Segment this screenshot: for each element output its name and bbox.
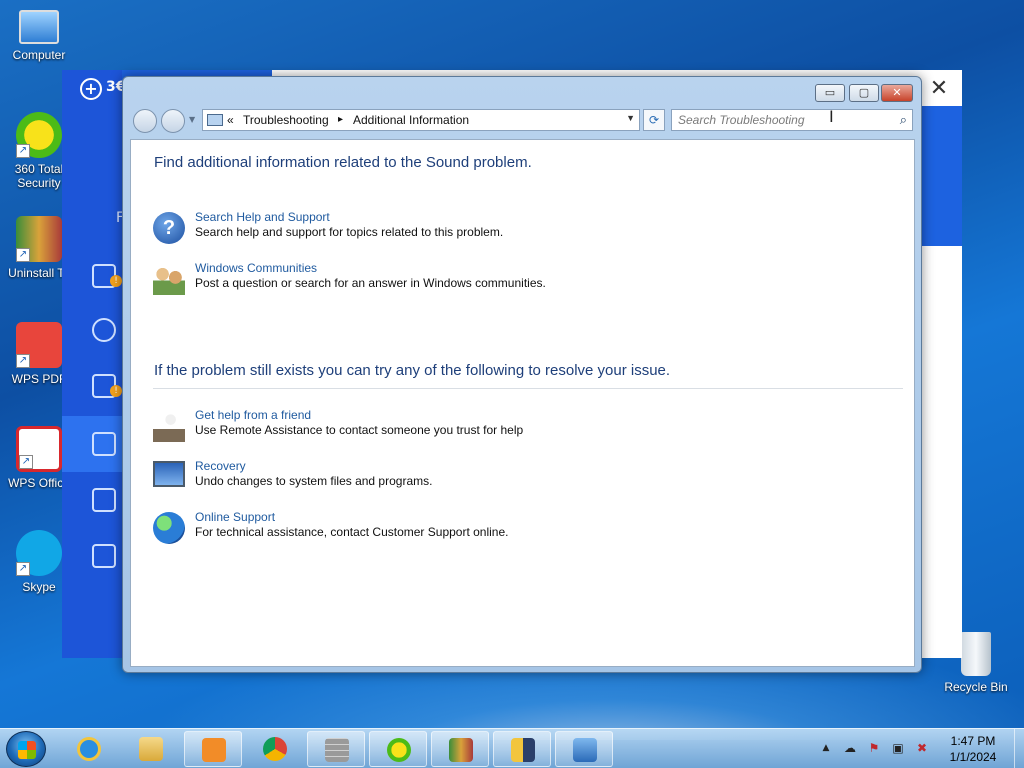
recent-pages-chevron-icon[interactable]: ▼	[189, 115, 195, 124]
minimize-button[interactable]: ▭	[815, 84, 845, 102]
refresh-button[interactable]: ⟳	[643, 109, 665, 131]
taskbar-media-player[interactable]	[184, 731, 242, 767]
clock-time[interactable]: 1:47 PM	[943, 734, 1003, 748]
control-panel-icon	[207, 114, 223, 126]
breadcrumb-troubleshooting[interactable]: Troubleshooting	[243, 113, 329, 127]
search-help-description: Search help and support for topics relat…	[195, 225, 504, 239]
section-divider	[153, 388, 903, 389]
360-close-button[interactable]: ✕	[926, 76, 952, 102]
online-support-description: For technical assistance, contact Custom…	[195, 525, 509, 539]
windows-communities-description: Post a question or search for an answer …	[195, 276, 546, 290]
cloud-sync-icon[interactable]: ☁	[842, 741, 858, 755]
clock-date[interactable]: 1/1/2024	[943, 750, 1003, 764]
recycle-bin-icon	[961, 632, 991, 676]
help-icon: ?	[153, 212, 185, 244]
chrome-icon	[263, 737, 287, 761]
terminal-icon	[511, 738, 535, 762]
media-player-icon	[202, 738, 226, 762]
content-pane: Find additional information related to t…	[130, 139, 915, 667]
breadcrumb-additional-information[interactable]: Additional Information	[353, 113, 469, 127]
show-desktop-button[interactable]	[1014, 729, 1024, 768]
text-cursor-icon: I	[829, 107, 834, 126]
remote-assistance-icon	[153, 410, 185, 442]
recovery-link[interactable]: Recovery	[195, 459, 246, 473]
search-help-link[interactable]: Search Help and Support	[195, 210, 330, 224]
360-logo-icon: +	[80, 78, 102, 100]
forward-button[interactable]	[161, 109, 185, 133]
wps-pdf-icon: ↗	[16, 322, 62, 368]
search-icon[interactable]: ⌕	[900, 112, 907, 128]
taskbar-terminal[interactable]	[493, 731, 551, 767]
get-help-friend-link[interactable]: Get help from a friend	[195, 408, 311, 422]
computer-icon	[19, 10, 59, 44]
shortcut-arrow-icon: ↗	[19, 455, 33, 469]
search-placeholder: Search Troubleshooting	[678, 113, 805, 127]
maximize-button[interactable]: ▢	[849, 84, 879, 102]
get-help-friend-description: Use Remote Assistance to contact someone…	[195, 423, 524, 437]
control-panel-icon	[573, 738, 597, 762]
uninstall-tool-icon	[449, 738, 473, 762]
close-button[interactable]: ✕	[881, 84, 913, 102]
recovery-icon	[153, 461, 185, 487]
taskbar-chrome[interactable]	[246, 731, 304, 767]
360-security-icon: ↗	[16, 112, 62, 158]
360-profile-icon[interactable]	[92, 544, 116, 568]
taskbar-firewall-app[interactable]	[307, 731, 365, 767]
360-security-icon	[387, 738, 411, 762]
address-dropdown-icon[interactable]: ▼	[626, 113, 635, 123]
uninstall-tool-icon: ↗	[16, 216, 62, 262]
start-button[interactable]	[6, 731, 46, 767]
warning-badge-icon: !	[110, 275, 122, 287]
wps-office-icon: ↗	[16, 426, 62, 472]
shortcut-arrow-icon: ↗	[16, 248, 30, 262]
taskbar-control-panel[interactable]	[555, 731, 613, 767]
address-overflow-chevron[interactable]: «	[227, 113, 234, 127]
folder-icon	[139, 737, 163, 761]
heading-additional-info: Find additional information related to t…	[154, 154, 532, 171]
globe-icon	[153, 512, 185, 544]
windows-communities-link[interactable]: Windows Communities	[195, 261, 317, 275]
taskbar-uninstall-tool[interactable]	[431, 731, 489, 767]
taskbar: ▲ ☁ ⚑ ▣ ✖ 1:47 PM 1/1/2024	[0, 728, 1024, 768]
action-center-icon[interactable]: ⚑	[866, 741, 882, 755]
shortcut-arrow-icon: ↗	[16, 354, 30, 368]
shortcut-arrow-icon: ↗	[16, 562, 30, 576]
360-cleanup-icon[interactable]	[92, 432, 116, 456]
desktop-icon-label: Recycle Bin	[944, 680, 1008, 694]
360-sidebar	[62, 70, 122, 658]
shortcut-arrow-icon: ↗	[16, 144, 30, 158]
online-support-link[interactable]: Online Support	[195, 510, 275, 524]
360-tools-icon[interactable]	[92, 488, 116, 512]
network-icon[interactable]: ▣	[890, 741, 906, 755]
heading-resolve-issue: If the problem still exists you can try …	[154, 362, 671, 379]
volume-muted-icon[interactable]: ✖	[914, 741, 930, 755]
desktop-icon-computer[interactable]: Computer	[0, 10, 78, 62]
windows-logo-icon	[18, 741, 36, 759]
desktop-icon-label: Computer	[12, 48, 66, 62]
communities-icon	[153, 263, 185, 295]
troubleshooting-window[interactable]: ▭ ▢ ✕ ▼ « Troubleshooting ▸ Additional I…	[122, 76, 922, 673]
search-input[interactable]: Search Troubleshooting ⌕	[671, 109, 913, 131]
360-speedup-icon[interactable]	[92, 318, 116, 342]
address-bar[interactable]: « Troubleshooting ▸ Additional Informati…	[202, 109, 640, 131]
recovery-description: Undo changes to system files and program…	[195, 474, 433, 488]
breadcrumb-separator-icon[interactable]: ▸	[338, 114, 343, 125]
firewall-icon	[325, 738, 349, 762]
taskbar-internet-explorer[interactable]	[60, 731, 118, 767]
taskbar-file-explorer[interactable]	[122, 731, 180, 767]
back-button[interactable]	[133, 109, 157, 133]
skype-icon: ↗	[16, 530, 62, 576]
taskbar-360-security[interactable]	[369, 731, 427, 767]
warning-badge-icon: !	[110, 385, 122, 397]
show-hidden-icons-button[interactable]: ▲	[818, 741, 834, 755]
internet-explorer-icon	[77, 737, 101, 761]
